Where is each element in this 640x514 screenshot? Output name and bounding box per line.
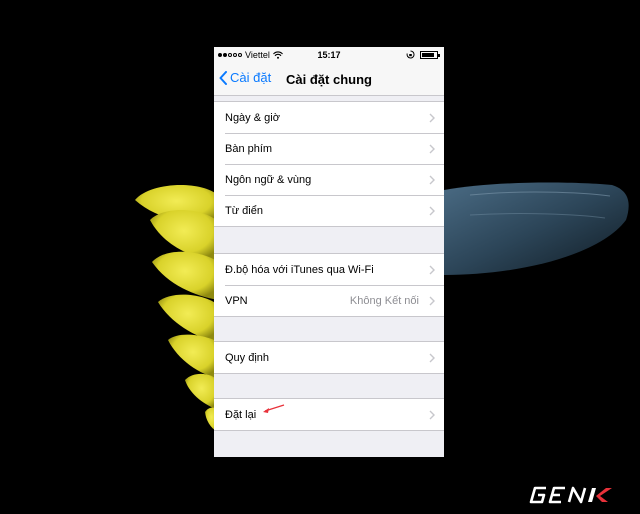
genk-logo <box>529 486 612 504</box>
settings-group-sync: Đ.bộ hóa với iTunes qua Wi-Fi VPN Không … <box>214 253 444 317</box>
row-label: Từ điển <box>225 204 263 217</box>
navigation-bar: Cài đặt Cài đặt chung <box>214 64 444 96</box>
annotation-arrow-icon <box>263 404 285 413</box>
chevron-right-icon <box>429 113 435 123</box>
chevron-right-icon <box>429 265 435 275</box>
chevron-right-icon <box>429 144 435 154</box>
row-label: Ngày & giờ <box>225 111 280 124</box>
dictionary-row[interactable]: Từ điển <box>214 195 444 226</box>
page-title: Cài đặt chung <box>286 72 372 87</box>
status-bar: Viettel 15:17 <box>214 47 444 64</box>
chevron-right-icon <box>429 296 435 306</box>
language-region-row[interactable]: Ngôn ngữ & vùng <box>214 164 444 195</box>
row-label: Đặt lại <box>225 408 257 421</box>
settings-group-reset: Đặt lại <box>214 398 444 431</box>
reset-row[interactable]: Đặt lại <box>214 399 444 430</box>
chevron-right-icon <box>429 206 435 216</box>
lock-rotation-icon <box>406 50 415 59</box>
phone-screen: Viettel 15:17 Cài đặt Cài đặt chung Ngày… <box>214 47 444 457</box>
chevron-right-icon <box>429 410 435 420</box>
keyboard-row[interactable]: Bàn phím <box>214 133 444 164</box>
vpn-row[interactable]: VPN Không Kết nối <box>214 285 444 316</box>
row-label: Bàn phím <box>225 142 273 155</box>
battery-icon <box>420 50 440 59</box>
row-label: Đ.bộ hóa với iTunes qua Wi-Fi <box>225 263 374 276</box>
settings-group-regulatory: Quy định <box>214 341 444 374</box>
settings-group-general: Ngày & giờ Bàn phím Ngôn ngữ & vùng Từ đ… <box>214 101 444 227</box>
row-label: VPN <box>225 294 248 307</box>
row-label: Ngôn ngữ & vùng <box>225 173 312 186</box>
regulatory-row[interactable]: Quy định <box>214 342 444 373</box>
row-label: Quy định <box>225 351 270 364</box>
itunes-wifi-sync-row[interactable]: Đ.bộ hóa với iTunes qua Wi-Fi <box>214 254 444 285</box>
chevron-right-icon <box>429 175 435 185</box>
vpn-status: Không Kết nối <box>349 294 419 307</box>
chevron-right-icon <box>429 353 435 363</box>
date-time-row[interactable]: Ngày & giờ <box>214 102 444 133</box>
